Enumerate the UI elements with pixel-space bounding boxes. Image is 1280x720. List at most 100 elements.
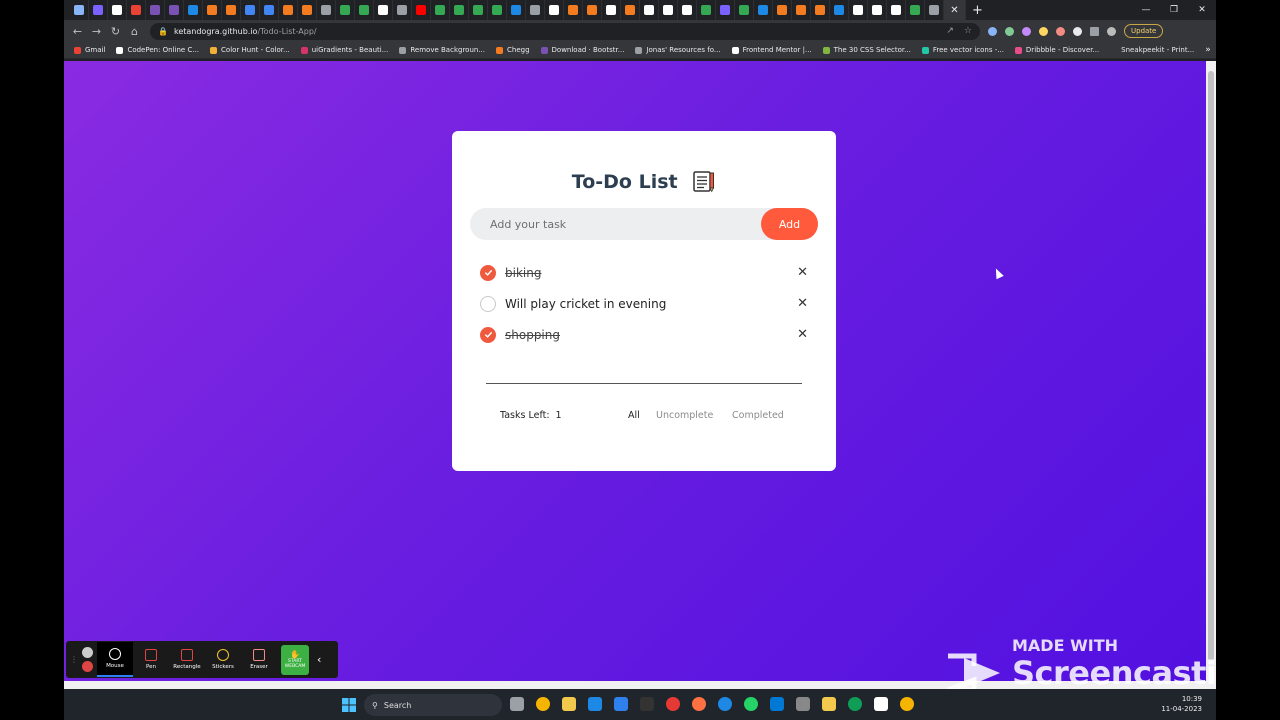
recorder-tool-pen[interactable]: Pen: [133, 642, 169, 677]
forward-icon[interactable]: →: [87, 25, 106, 38]
update-button[interactable]: Update: [1124, 24, 1164, 38]
browser-tab[interactable]: [697, 0, 716, 20]
browser-tab[interactable]: [336, 0, 355, 20]
filter-all[interactable]: All: [628, 410, 640, 421]
browser-tab[interactable]: [716, 0, 735, 20]
bookmark-item[interactable]: Dribbble - Discover...: [1014, 46, 1099, 54]
reload-icon[interactable]: ↻: [106, 25, 125, 38]
browser-tab[interactable]: [355, 0, 374, 20]
task-text[interactable]: Will play cricket in evening: [505, 297, 666, 311]
task-checkbox[interactable]: [480, 326, 496, 343]
extension-icon[interactable]: [1039, 26, 1048, 36]
browser-tab[interactable]: [469, 0, 488, 20]
bookmark-star-icon[interactable]: ☆: [964, 26, 972, 36]
bookmark-item[interactable]: Color Hunt - Color...: [210, 46, 290, 54]
browser-tab[interactable]: [621, 0, 640, 20]
browser-tab[interactable]: [678, 0, 697, 20]
bookmark-item[interactable]: CodePen: Online C...: [116, 46, 199, 54]
puzzle-icon[interactable]: [1073, 26, 1082, 36]
more-bookmarks-icon[interactable]: »: [1205, 45, 1211, 55]
browser-tab[interactable]: [70, 0, 89, 20]
start-webcam-button[interactable]: ✋ START WEBCAM: [281, 644, 309, 675]
vertical-scrollbar[interactable]: [1206, 61, 1216, 681]
windows-start-icon[interactable]: [342, 698, 356, 712]
chrome-icon[interactable]: [536, 697, 550, 711]
app-icon[interactable]: [874, 697, 888, 711]
browser-tab[interactable]: [754, 0, 773, 20]
close-window-icon[interactable]: ✕: [1188, 0, 1216, 20]
browser-tab[interactable]: [146, 0, 165, 20]
opera-icon[interactable]: [666, 697, 680, 711]
back-icon[interactable]: ←: [68, 25, 87, 38]
app-icon[interactable]: [692, 697, 706, 711]
browser-tab-active[interactable]: ✕: [944, 0, 966, 20]
vscode-icon[interactable]: [614, 697, 628, 711]
browser-tab[interactable]: [450, 0, 469, 20]
browser-tab[interactable]: [488, 0, 507, 20]
minimize-icon[interactable]: —: [1132, 0, 1160, 20]
terminal-icon[interactable]: [640, 697, 654, 711]
app-icon[interactable]: [796, 697, 810, 711]
browser-tab[interactable]: [317, 0, 336, 20]
browser-tab[interactable]: [507, 0, 526, 20]
extension-icon[interactable]: [1022, 26, 1031, 36]
stop-icon[interactable]: [82, 661, 93, 672]
add-task-button[interactable]: Add: [761, 208, 818, 240]
browser-tab[interactable]: [108, 0, 127, 20]
chrome-icon[interactable]: [900, 697, 914, 711]
browser-tab[interactable]: [792, 0, 811, 20]
home-icon[interactable]: ⌂: [125, 25, 144, 38]
filter-completed[interactable]: Completed: [732, 410, 784, 421]
bookmark-item[interactable]: Chegg: [496, 46, 530, 54]
task-checkbox[interactable]: [480, 264, 496, 281]
pause-icon[interactable]: [82, 647, 93, 658]
bookmark-item[interactable]: Frontend Mentor |...: [731, 46, 812, 54]
browser-tab[interactable]: [545, 0, 564, 20]
drag-handle-icon[interactable]: ⋮: [70, 655, 78, 664]
collapse-icon[interactable]: ‹: [317, 653, 321, 666]
browser-tab[interactable]: [260, 0, 279, 20]
whatsapp-icon[interactable]: [744, 697, 758, 711]
browser-tab[interactable]: [298, 0, 317, 20]
delete-task-icon[interactable]: ✕: [797, 327, 808, 342]
browser-tab[interactable]: [89, 0, 108, 20]
browser-tab[interactable]: [526, 0, 545, 20]
browser-tab[interactable]: [583, 0, 602, 20]
browser-tab[interactable]: [374, 0, 393, 20]
sidepanel-icon[interactable]: [1090, 26, 1099, 36]
browser-tab[interactable]: [279, 0, 298, 20]
globe-icon[interactable]: [848, 697, 862, 711]
bookmark-item[interactable]: Sneakpeekit - Print...: [1110, 46, 1194, 54]
edge-icon[interactable]: [588, 697, 602, 711]
recorder-tool-rectangle[interactable]: Rectangle: [169, 642, 205, 677]
bookmark-item[interactable]: Gmail: [74, 46, 105, 54]
browser-tab[interactable]: [887, 0, 906, 20]
bookmark-item[interactable]: Remove Backgroun...: [399, 46, 485, 54]
close-tab-icon[interactable]: ✕: [950, 5, 958, 16]
task-checkbox[interactable]: [480, 295, 496, 312]
browser-tab[interactable]: [868, 0, 887, 20]
task-view-icon[interactable]: [510, 697, 524, 711]
browser-tab[interactable]: [830, 0, 849, 20]
browser-tab[interactable]: [735, 0, 754, 20]
browser-tab[interactable]: [165, 0, 184, 20]
browser-tab[interactable]: [925, 0, 944, 20]
file-explorer-icon[interactable]: [562, 697, 576, 711]
task-input[interactable]: [490, 208, 750, 240]
browser-tab[interactable]: [184, 0, 203, 20]
avatar[interactable]: [1107, 26, 1116, 36]
app-icon[interactable]: [822, 697, 836, 711]
browser-tab[interactable]: [241, 0, 260, 20]
filter-uncomplete[interactable]: Uncomplete: [656, 410, 713, 421]
browser-tab[interactable]: [659, 0, 678, 20]
browser-tab[interactable]: [602, 0, 621, 20]
bookmark-item[interactable]: The 30 CSS Selector...: [822, 46, 911, 54]
browser-tab[interactable]: [773, 0, 792, 20]
maximize-icon[interactable]: ❐: [1160, 0, 1188, 20]
extension-icon[interactable]: [1005, 26, 1014, 36]
browser-tab[interactable]: [811, 0, 830, 20]
browser-tab[interactable]: [906, 0, 925, 20]
browser-tab[interactable]: [222, 0, 241, 20]
settings-icon[interactable]: [770, 697, 784, 711]
share-icon[interactable]: ↗: [946, 26, 954, 36]
